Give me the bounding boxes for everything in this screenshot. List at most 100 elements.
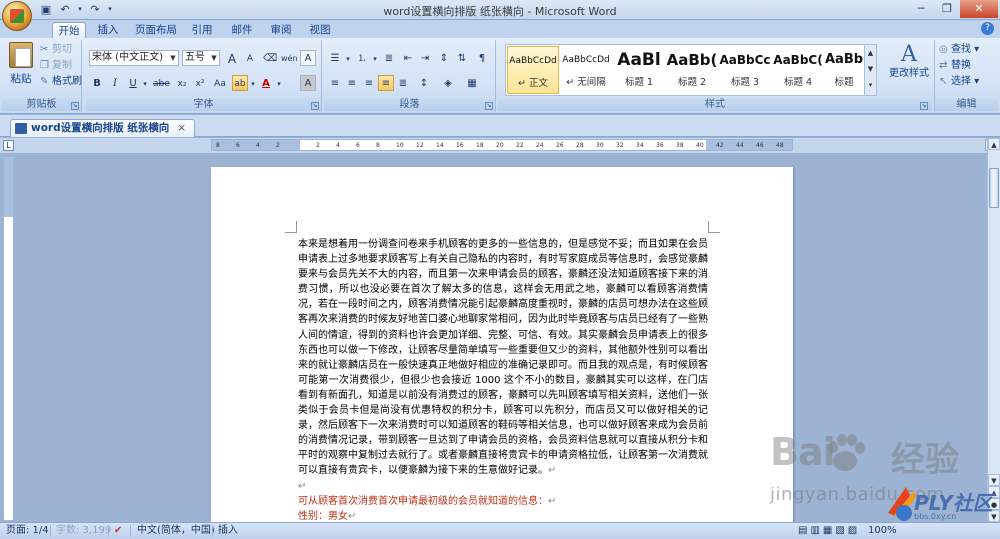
style-title[interactable]: AaBbC 标题 [825,46,863,94]
font-name-value: 宋体 (中文正文) [92,52,163,63]
editing-group-label: 编辑 [935,99,998,111]
select-button[interactable]: ↖ 选择 ▾ [939,75,979,89]
zoom-level[interactable]: 100% [868,523,897,539]
font-color-dropdown-icon[interactable]: ▾ [275,75,283,91]
underline-button[interactable]: U [125,75,141,91]
superscript-button[interactable]: x² [192,75,208,91]
style-heading-1[interactable]: AaBl 标题 1 [613,46,665,94]
underline-dropdown-icon[interactable]: ▾ [141,75,149,91]
ruler-tick: 6 [356,142,360,149]
paragraph-mark: ↵ [548,495,557,507]
tab-review[interactable]: 审阅 [267,22,295,38]
borders-icon[interactable]: ▦ [464,75,480,91]
decrease-indent-icon[interactable]: ⇤ [400,50,416,66]
char-border-button[interactable]: A [300,50,316,66]
styles-launcher-icon[interactable]: ↘ [920,102,928,110]
font-color-button[interactable]: A [258,75,274,91]
cut-button[interactable]: ✂ 剪切 [40,43,72,57]
grow-font-button[interactable]: A [224,50,240,66]
close-button[interactable]: ✕ [960,0,998,18]
highlight-button[interactable]: ab [232,75,248,91]
minimize-button[interactable]: ─ [908,0,934,18]
document-body[interactable]: 本来是想着用一份调查问卷来手机顾客的更多的一些信息的，但是感觉不妥；而且如果在会… [298,237,708,522]
tab-page-layout[interactable]: 页面布局 [133,22,179,38]
clipboard-launcher-icon[interactable]: ↘ [71,102,79,110]
align-left-icon[interactable]: ≡ [327,75,343,91]
subscript-button[interactable]: x₂ [174,75,190,91]
insert-mode[interactable]: 插入 [218,523,238,539]
italic-button[interactable]: I [107,75,123,91]
scissors-icon: ✂ [40,44,49,55]
phonetic-guide-button[interactable]: wén [280,50,298,66]
ruler-row: L 8 6 4 2 2 4 6 8 10 12 14 16 18 20 22 24 26 28 30 32 34 36 38… [0,138,1000,153]
bullets-icon[interactable]: ☰ [327,50,343,66]
scroll-up-icon[interactable]: ▲ [988,138,1000,150]
help-icon[interactable]: ? [981,22,994,35]
office-button[interactable] [2,1,32,31]
multilevel-list-icon[interactable]: ≣ [381,50,397,66]
style-heading-2[interactable]: AaBb( 标题 2 [666,46,718,94]
clear-format-icon[interactable]: ⌫ [262,50,278,66]
strikethrough-button[interactable]: abe [152,75,170,91]
numbering-icon[interactable]: ⒈ [354,50,370,66]
format-painter-button[interactable]: ✎ 格式刷 [40,75,82,89]
char-shading-button[interactable]: A [300,75,316,91]
view-buttons[interactable]: ▤▥▦▧▨ [798,523,860,539]
proofing-icon[interactable]: ✔ [114,523,122,539]
sort-icon[interactable]: ⇅ [454,50,470,66]
distributed-icon[interactable]: ≣ [395,75,411,91]
font-launcher-icon[interactable]: ↘ [311,102,319,110]
tab-references[interactable]: 引用 [188,22,216,38]
paste-button[interactable]: 粘贴 [6,42,36,88]
change-styles-button[interactable]: A 更改样式 [886,42,932,80]
find-label: 查找 [951,44,971,55]
bullets-dropdown-icon[interactable]: ▾ [344,50,352,66]
maximize-button[interactable]: ❐ [934,0,960,18]
align-right-icon[interactable]: ≡ [361,75,377,91]
find-button[interactable]: ◎ 查找 ▾ [939,43,979,57]
close-tab-icon[interactable]: × [177,122,186,134]
align-center-icon[interactable]: ≡ [344,75,360,91]
shrink-font-button[interactable]: A [242,50,258,66]
document-page[interactable]: 本来是想着用一份调查问卷来手机顾客的更多的一些信息的，但是感觉不妥；而且如果在会… [211,167,793,522]
tab-view[interactable]: 视图 [306,22,334,38]
clipboard-group-label: 剪贴板 [2,99,81,111]
select-label: 选择 [951,76,971,87]
tab-home[interactable]: 开始 [52,22,86,38]
copy-button[interactable]: ❐ 复制 [40,59,72,73]
page-count[interactable]: 页面: 1/4 [6,523,49,539]
vertical-scrollbar[interactable]: ▲ ▼ ▲ ● ▼ [987,138,1000,522]
horizontal-ruler[interactable]: 8 6 4 2 2 4 6 8 10 12 14 16 18 20 22 24 26 28 30 32 34 36 38 40… [211,139,793,151]
document-tab[interactable]: word设置横向排版 纸张横向 × [10,119,196,137]
tab-insert[interactable]: 插入 [94,22,122,38]
line-spacing-icon[interactable]: ↕ [416,75,432,91]
tab-mailings[interactable]: 邮件 [228,22,256,38]
paragraph-launcher-icon[interactable]: ↘ [485,102,493,110]
language-indicator[interactable]: 中文(简体，中国) [137,523,215,539]
style-heading-3[interactable]: AaBbCc 标题 3 [719,46,771,94]
font-size-combo[interactable]: 五号 ▼ [182,50,220,66]
baidu-paw-icon [828,434,865,471]
style-normal[interactable]: AaBbCcDd ↵ 正文 [507,46,559,94]
tab-selector-icon[interactable]: L [3,140,14,151]
justify-icon[interactable]: ≡ [378,75,394,91]
highlight-dropdown-icon[interactable]: ▾ [249,75,257,91]
show-marks-icon[interactable]: ¶ [474,50,490,66]
numbering-dropdown-icon[interactable]: ▾ [371,50,379,66]
styles-scrollbar[interactable]: ▲ ▼ ▾ [864,45,876,95]
style-heading-4[interactable]: AaBbC( 标题 4 [772,46,824,94]
title-bar: ▣ ↶ ▾ ↷ ▾ word设置横向排版 纸张横向 - Microsoft Wo… [0,0,1000,31]
chinese-layout-icon[interactable]: ⇕ [436,50,452,66]
replace-button[interactable]: ⇄ 替换 [939,59,971,73]
word-count[interactable]: 字数: 3,199 [56,523,111,539]
ruler-tick: 36 [656,142,664,149]
change-case-button[interactable]: Aa [212,75,228,91]
bold-button[interactable]: B [89,75,105,91]
shading-icon[interactable]: ◈ [440,75,456,91]
scrollbar-thumb[interactable] [989,168,999,208]
red-text-line: 性别：男女↵ [298,509,708,522]
paragraph-group: ☰ ▾ ⒈ ▾ ≣ ⇤ ⇥ ⇕ ⇅ ¶ ≡ ≡ ≡ ≡ ≣ ↕ ◈ ▦ 段落 ↘ [324,40,496,112]
font-name-combo[interactable]: 宋体 (中文正文) ▼ [89,50,179,66]
increase-indent-icon[interactable]: ⇥ [417,50,433,66]
style-no-spacing[interactable]: AaBbCcDd ↵ 无间隔 [560,46,612,94]
